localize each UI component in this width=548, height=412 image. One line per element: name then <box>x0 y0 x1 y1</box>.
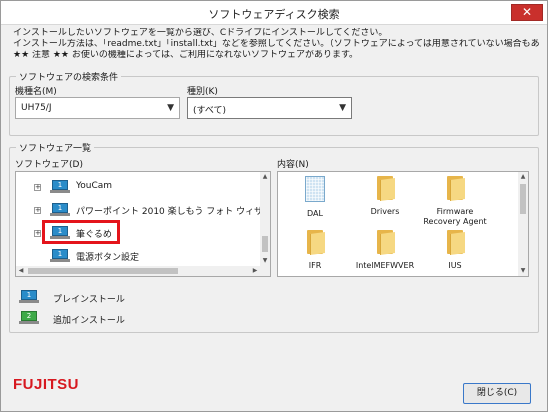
software-tree[interactable]: + 1 YouCam + 1 パワーポイント 2010 楽しもう フォト ウィザ… <box>15 171 271 277</box>
highlight-box <box>42 220 120 244</box>
close-button[interactable]: 閉じる(C) <box>463 383 531 404</box>
scroll-right-icon[interactable]: ▶ <box>250 266 260 276</box>
scroll-thumb[interactable] <box>520 184 526 214</box>
tree-vertical-scrollbar[interactable]: ▲ ▼ <box>260 172 270 266</box>
expand-icon[interactable]: + <box>34 230 41 237</box>
tree-item-youcam[interactable]: + 1 YouCam <box>16 178 256 196</box>
folder-icon <box>375 230 395 256</box>
expand-icon[interactable]: + <box>34 207 41 214</box>
folder-icon <box>305 230 325 256</box>
model-name-label: 機種名(M) <box>15 87 57 97</box>
preinstall-pc-icon: 1 <box>50 249 70 263</box>
window-title: ソフトウェアディスク検索 <box>208 8 340 21</box>
instruction-line-2: インストール方法は、「readme.txt」「install.txt」などを参照… <box>13 39 541 49</box>
tree-item-powerpoint-photo-wizard[interactable]: + 1 パワーポイント 2010 楽しもう フォト ウィザード <box>16 201 270 219</box>
folder-icon <box>445 230 465 256</box>
chevron-down-icon: ▼ <box>339 103 346 113</box>
content-item-dal[interactable]: DAL <box>280 176 350 219</box>
content-item-label: IFR <box>308 261 322 270</box>
scroll-down-icon[interactable]: ▼ <box>260 256 270 266</box>
tree-item-label: YouCam <box>76 181 113 191</box>
scroll-thumb[interactable] <box>262 236 268 252</box>
data-file-icon <box>305 176 325 202</box>
fujitsu-logo: FUJITSU <box>13 376 80 393</box>
content-item-ifr[interactable]: IFR <box>280 230 350 271</box>
type-label: 種別(K) <box>187 87 218 97</box>
folder-icon <box>445 176 465 202</box>
legend-label: プレインストール <box>53 295 125 305</box>
software-list-caption: ソフトウェア一覧 <box>16 141 95 154</box>
content-item-label: Firmware Recovery Agent <box>423 207 487 226</box>
instructions: インストールしたいソフトウェアを一覧から選び、Cドライブにインストールしてくださ… <box>13 28 541 61</box>
content-list-label: 内容(N) <box>277 160 309 170</box>
content-item-ius[interactable]: IUS <box>420 230 490 271</box>
expand-icon[interactable]: + <box>34 184 41 191</box>
software-tree-label: ソフトウェア(D) <box>15 160 83 170</box>
additional-install-pc-icon: 2 <box>19 311 39 325</box>
tree-item-label: 電源ボタン設定 <box>76 253 140 263</box>
scroll-up-icon[interactable]: ▲ <box>518 172 528 182</box>
preinstall-pc-icon: 1 <box>50 203 70 217</box>
model-name-select[interactable]: UH75/J ▼ <box>15 97 180 119</box>
content-item-intelmefwver[interactable]: IntelMEFWVER <box>350 230 420 271</box>
preinstall-pc-icon: 1 <box>50 180 70 194</box>
tree-item-power-button-settings[interactable]: 1 電源ボタン設定 <box>16 247 256 265</box>
software-disc-search-window: ソフトウェアディスク検索 ✕ インストールしたいソフトウェアを一覧から選び、Cド… <box>0 0 548 412</box>
preinstall-pc-icon: 1 <box>19 290 39 304</box>
scroll-thumb[interactable] <box>28 268 178 274</box>
content-item-drivers[interactable]: Drivers <box>350 176 420 217</box>
title-bar: ソフトウェアディスク検索 ✕ <box>1 1 547 25</box>
content-vertical-scrollbar[interactable]: ▲ ▼ <box>518 172 528 276</box>
window-close-button[interactable]: ✕ <box>511 4 543 21</box>
legend-label: 追加インストール <box>53 316 125 326</box>
instruction-line-3: ★★ 注意 ★★ お使いの機種によっては、ご利用になれないソフトウェアがあります… <box>13 50 359 60</box>
content-item-label: Drivers <box>370 207 400 216</box>
content-item-label: DAL <box>307 209 323 218</box>
type-select[interactable]: (すべて) ▼ <box>187 97 352 119</box>
content-item-label: IUS <box>448 261 462 270</box>
content-item-firmware-recovery-agent[interactable]: Firmware Recovery Agent <box>420 176 490 227</box>
chevron-down-icon: ▼ <box>167 103 174 113</box>
type-value: (すべて) <box>193 106 227 116</box>
tree-item-label: パワーポイント 2010 楽しもう フォト ウィザード <box>76 207 271 217</box>
instruction-line-1: インストールしたいソフトウェアを一覧から選び、Cドライブにインストールしてくださ… <box>13 28 388 38</box>
folder-icon <box>375 176 395 202</box>
model-name-value: UH75/J <box>21 103 52 113</box>
scroll-up-icon[interactable]: ▲ <box>260 172 270 182</box>
tree-horizontal-scrollbar[interactable]: ◀ ▶ <box>16 266 270 276</box>
content-item-label: IntelMEFWVER <box>355 261 415 270</box>
search-conditions-caption: ソフトウェアの検索条件 <box>16 70 122 83</box>
scroll-left-icon[interactable]: ◀ <box>16 266 26 276</box>
scroll-down-icon[interactable]: ▼ <box>518 266 528 276</box>
content-list[interactable]: DAL Drivers Firmware Recovery Agent IFR … <box>277 171 529 277</box>
